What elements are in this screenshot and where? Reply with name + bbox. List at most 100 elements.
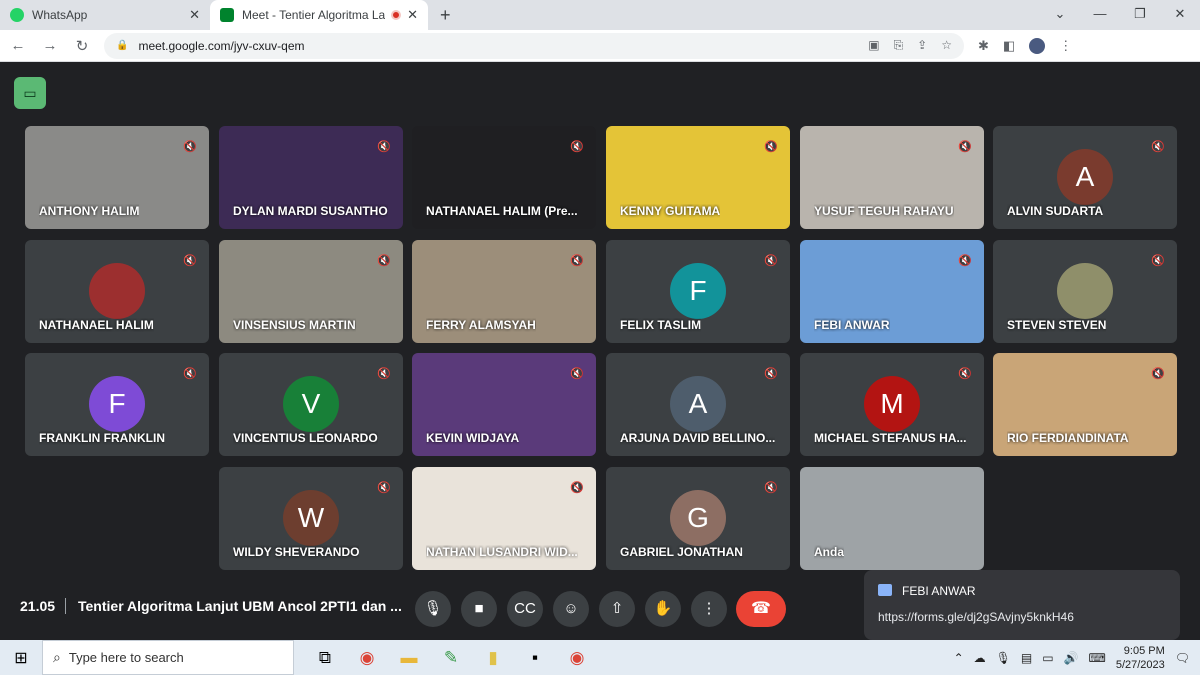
notifications-icon[interactable]: 🗨 — [1175, 651, 1190, 665]
tab-search-icon[interactable]: ⌄ — [1040, 0, 1080, 30]
close-window-button[interactable]: ✕ — [1160, 0, 1200, 30]
address-bar[interactable]: 🔒 meet.google.com/jyv-cxuv-qem ▣ ⎘ ⇪ ☆ — [104, 32, 964, 59]
terminal-icon[interactable]: ▪ — [514, 648, 556, 668]
participant-tile[interactable]: 🔇 KEVIN WIDJAYA — [412, 353, 596, 456]
tab-label: WhatsApp — [32, 8, 88, 22]
participant-name: NATHANAEL HALIM (Pre... — [426, 204, 578, 218]
new-tab-button[interactable]: + — [440, 0, 451, 30]
taskbar-apps: ⧉ ◉ ▬ ✎ ▮ ▪ ◉ — [304, 648, 598, 668]
microphone-tray-icon[interactable]: 🎙 — [996, 651, 1011, 665]
participant-tile[interactable]: W 🔇 WILDY SHEVERANDO — [219, 467, 403, 570]
task-view-icon[interactable]: ⧉ — [304, 648, 346, 668]
meet-icon — [220, 8, 234, 22]
microphone-button[interactable]: 🎙 — [415, 591, 451, 627]
restore-button[interactable]: ❐ — [1120, 0, 1160, 30]
participant-tile[interactable]: 🔇 YUSUF TEGUH RAHAYU — [800, 126, 984, 229]
taskbar-search[interactable]: ⌕ Type here to search — [42, 640, 294, 675]
more-options-button[interactable]: ⋮ — [691, 591, 727, 627]
windows-taskbar: ⊞ ⌕ Type here to search ⧉ ◉ ▬ ✎ ▮ ▪ ◉ ⌃ … — [0, 640, 1200, 675]
participant-name: FRANKLIN FRANKLIN — [39, 431, 165, 445]
mic-muted-icon: 🔇 — [764, 141, 778, 153]
system-tray: ⌃ ☁ 🎙 ▤ ▭ 🔊 ⌨ 9:05 PM 5/27/2023 🗨 — [954, 640, 1200, 675]
extensions-icon[interactable]: ✱ — [978, 38, 989, 54]
participant-tile[interactable]: V 🔇 VINCENTIUS LEONARDO — [219, 353, 403, 456]
captions-button[interactable]: CC — [507, 591, 543, 627]
participant-tile[interactable]: 🔇 VINSENSIUS MARTIN — [219, 240, 403, 343]
chevron-up-icon[interactable]: ⌃ — [954, 651, 964, 665]
notepad-icon[interactable]: ✎ — [430, 648, 472, 668]
minimize-button[interactable]: — — [1080, 0, 1120, 30]
camera-icon[interactable]: ▣ — [868, 38, 879, 53]
participant-tile[interactable]: F 🔇 FELIX TASLIM — [606, 240, 790, 343]
camera-button[interactable]: ■ — [461, 591, 497, 627]
mic-muted-icon: 🔇 — [570, 482, 584, 494]
chat-message[interactable]: https://forms.gle/dj2gSAvjny5knkH46 — [878, 610, 1074, 624]
mic-muted-icon: 🔇 — [183, 255, 197, 267]
mic-muted-icon: 🔇 — [764, 482, 778, 494]
participant-tile[interactable]: 🔇 FERRY ALAMSYAH — [412, 240, 596, 343]
participant-tile[interactable]: 🔇 DYLAN MARDI SUSANTHO — [219, 126, 403, 229]
participant-tile[interactable]: 🔇 NATHAN LUSANDRI WID... — [412, 467, 596, 570]
chat-icon — [878, 584, 892, 596]
participant-tile[interactable]: 🔇 RIO FERDIANDINATA — [993, 353, 1177, 456]
translate-icon[interactable]: ⎘ — [894, 38, 904, 53]
close-tab-icon[interactable]: ✕ — [407, 7, 418, 23]
cloud-icon[interactable]: ☁ — [974, 651, 986, 665]
volume-icon[interactable]: 🔊 — [1064, 651, 1079, 665]
participant-tile[interactable]: 🔇 STEVEN STEVEN — [993, 240, 1177, 343]
participant-name: MICHAEL STEFANUS HA... — [814, 431, 967, 445]
windows-start-icon[interactable]: ⊞ — [0, 648, 42, 668]
url-text: meet.google.com/jyv-cxuv-qem — [138, 38, 305, 53]
chrome-active-icon[interactable]: ◉ — [556, 648, 598, 668]
chat-notification[interactable]: FEBI ANWAR https://forms.gle/dj2gSAvjny5… — [864, 570, 1180, 640]
participant-name: Anda — [814, 545, 844, 559]
participant-name: NATHAN LUSANDRI WID... — [426, 545, 578, 559]
taskbar-clock[interactable]: 9:05 PM 5/27/2023 — [1116, 644, 1165, 672]
reactions-button[interactable]: ☺ — [553, 591, 589, 627]
participant-name: FEBI ANWAR — [814, 318, 890, 332]
window-controls: ⌄ — ❐ ✕ — [1040, 0, 1200, 30]
file-explorer-icon[interactable]: ▬ — [388, 648, 430, 668]
raise-hand-button[interactable]: ✋ — [645, 591, 681, 627]
participant-tile[interactable]: A 🔇 ALVIN SUDARTA — [993, 126, 1177, 229]
menu-kebab-icon[interactable]: ⋮ — [1059, 38, 1072, 54]
bookmark-star-icon[interactable]: ☆ — [941, 38, 952, 53]
participant-name: VINSENSIUS MARTIN — [233, 318, 356, 332]
share-icon[interactable]: ⇪ — [917, 38, 927, 53]
lock-icon[interactable]: 🔒 — [116, 40, 128, 51]
participant-name: DYLAN MARDI SUSANTHO — [233, 204, 388, 218]
participant-tile[interactable]: 🔇 ANTHONY HALIM — [25, 126, 209, 229]
side-panel-icon[interactable]: ◧ — [1003, 38, 1015, 54]
tab-meet[interactable]: Meet - Tentier Algoritma Lanjut UBM Anco… — [210, 0, 428, 30]
folder-icon[interactable]: ▮ — [472, 648, 514, 668]
forward-icon[interactable]: → — [36, 37, 64, 54]
participant-tile[interactable]: M 🔇 MICHAEL STEFANUS HA... — [800, 353, 984, 456]
companion-mode-icon[interactable]: ▭ — [14, 77, 46, 109]
present-button[interactable]: ⇧ — [599, 591, 635, 627]
battery-icon[interactable]: ▭ — [1042, 651, 1053, 665]
participant-tile[interactable]: Anda — [800, 467, 984, 570]
reload-icon[interactable]: ↻ — [68, 37, 96, 55]
mic-muted-icon: 🔇 — [958, 368, 972, 380]
tab-whatsapp[interactable]: WhatsApp ✕ — [0, 0, 210, 30]
participant-tile[interactable]: A 🔇 ARJUNA DAVID BELLINO... — [606, 353, 790, 456]
leave-call-button[interactable]: ☎ — [736, 591, 786, 627]
participant-tile[interactable]: 🔇 NATHANAEL HALIM — [25, 240, 209, 343]
participant-tile[interactable]: G 🔇 GABRIEL JONATHAN — [606, 467, 790, 570]
participant-tile[interactable]: F 🔇 FRANKLIN FRANKLIN — [25, 353, 209, 456]
participant-name: NATHANAEL HALIM — [39, 318, 154, 332]
participant-avatar: A — [1057, 149, 1113, 205]
participant-tile[interactable]: 🔇 KENNY GUITAMA — [606, 126, 790, 229]
mic-muted-icon: 🔇 — [1151, 141, 1165, 153]
profile-avatar[interactable] — [1029, 37, 1046, 54]
participant-tile[interactable]: 🔇 NATHANAEL HALIM (Pre... — [412, 126, 596, 229]
network-icon[interactable]: ▤ — [1021, 651, 1032, 665]
search-placeholder: Type here to search — [68, 650, 184, 665]
participant-tile[interactable]: 🔇 FEBI ANWAR — [800, 240, 984, 343]
mic-muted-icon: 🔇 — [183, 141, 197, 153]
back-icon[interactable]: ← — [4, 37, 32, 54]
clock-time: 9:05 PM — [1123, 644, 1165, 657]
keyboard-icon[interactable]: ⌨ — [1089, 651, 1106, 665]
close-tab-icon[interactable]: ✕ — [189, 7, 200, 23]
chrome-icon[interactable]: ◉ — [346, 648, 388, 668]
